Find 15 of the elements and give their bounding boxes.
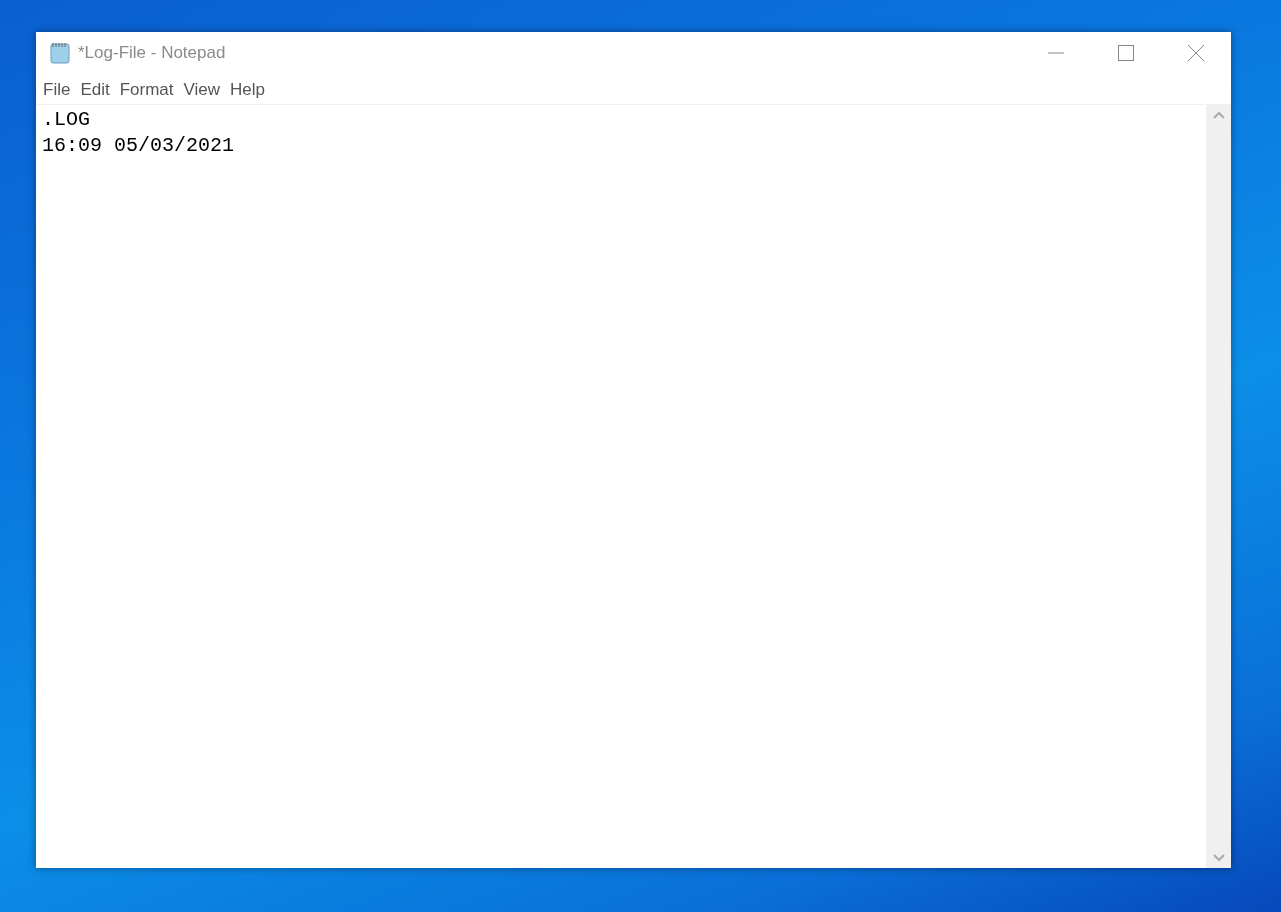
close-icon bbox=[1188, 45, 1204, 61]
notepad-icon bbox=[48, 41, 72, 65]
menu-item[interactable]: Help bbox=[225, 73, 271, 105]
scroll-down-icon[interactable] bbox=[1212, 854, 1225, 862]
menu-item[interactable]: File bbox=[38, 73, 76, 105]
window-title: *Log-File - Notepad bbox=[78, 42, 226, 65]
menu-item[interactable]: Format bbox=[114, 73, 179, 105]
text-line: .LOG bbox=[42, 107, 90, 133]
vertical-scrollbar[interactable] bbox=[1206, 105, 1231, 868]
menu-item[interactable]: View bbox=[178, 73, 226, 105]
minimize-icon bbox=[1048, 52, 1064, 54]
text-line: 16:09 05/03/2021 bbox=[42, 133, 235, 159]
maximize-icon bbox=[1118, 45, 1134, 61]
menu-item[interactable]: Edit bbox=[75, 73, 115, 105]
scroll-up-icon[interactable] bbox=[1212, 111, 1225, 119]
